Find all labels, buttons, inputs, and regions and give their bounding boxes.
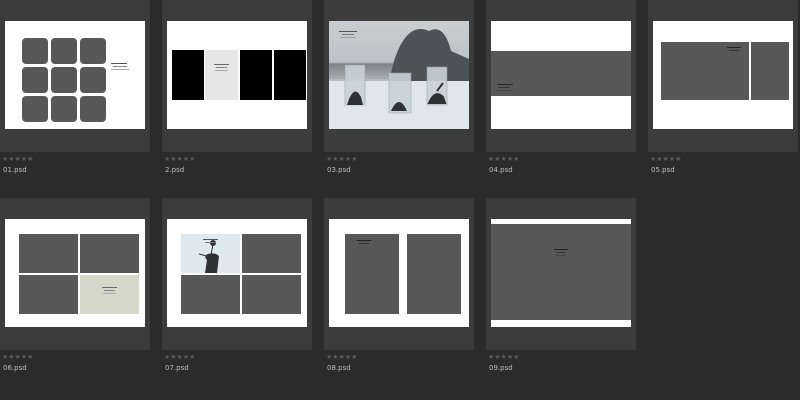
thumbnail-05 bbox=[653, 21, 793, 129]
thumbnail-frame[interactable] bbox=[0, 198, 150, 350]
photo-placeholder bbox=[22, 67, 48, 93]
text-line bbox=[498, 87, 510, 88]
file-name-label: 04.psd bbox=[489, 166, 513, 174]
file-tile-09[interactable]: ★★★★★ 09.psd bbox=[486, 198, 636, 372]
thumbnail-08 bbox=[329, 219, 469, 327]
text-line bbox=[111, 63, 127, 64]
thumbnail-frame[interactable] bbox=[486, 198, 636, 350]
thumbnail-frame[interactable] bbox=[648, 0, 798, 152]
thumbnail-06 bbox=[5, 219, 145, 327]
photo-placeholder bbox=[407, 234, 461, 314]
photo-placeholder bbox=[80, 234, 139, 273]
star-rating[interactable]: ★★★★★ bbox=[488, 353, 519, 361]
file-tile-04[interactable]: ★★★★★ 04.psd bbox=[486, 0, 636, 174]
star-rating[interactable]: ★★★★★ bbox=[650, 155, 681, 163]
star-rating[interactable]: ★★★★★ bbox=[2, 155, 33, 163]
photo-placeholder bbox=[80, 67, 106, 93]
photo-placeholder bbox=[19, 275, 78, 314]
star-rating[interactable]: ★★★★★ bbox=[326, 155, 357, 163]
file-tile-06[interactable]: ★★★★★ 06.psd bbox=[0, 198, 150, 372]
photo-placeholder bbox=[274, 50, 306, 100]
file-tile-2[interactable]: ★★★★★ 2.psd bbox=[162, 0, 312, 174]
file-name-label: 03.psd bbox=[327, 166, 351, 174]
file-name-label: 06.psd bbox=[3, 364, 27, 372]
text-line bbox=[104, 290, 115, 291]
text-panel bbox=[80, 275, 139, 314]
photo-panel bbox=[181, 234, 240, 273]
thumbnail-01 bbox=[5, 21, 145, 129]
photo-placeholder bbox=[51, 67, 77, 93]
file-name-label: 01.psd bbox=[3, 166, 27, 174]
text-line bbox=[555, 255, 567, 256]
text-line bbox=[556, 252, 566, 253]
file-tile-03[interactable]: ★★★★★ 03.psd bbox=[324, 0, 474, 174]
text-line bbox=[214, 64, 229, 65]
thumbnail-frame[interactable] bbox=[0, 0, 150, 152]
text-line bbox=[339, 31, 357, 32]
text-line bbox=[497, 84, 513, 85]
photo-placeholder bbox=[242, 275, 301, 314]
text-line bbox=[497, 90, 511, 91]
thumbnail-frame[interactable] bbox=[324, 0, 474, 152]
thumbnail-07 bbox=[167, 219, 307, 327]
photo-placeholder bbox=[172, 50, 204, 100]
photo-placeholder bbox=[345, 234, 399, 314]
star-rating[interactable]: ★★★★★ bbox=[488, 155, 519, 163]
photo-placeholder bbox=[242, 234, 301, 273]
photo-placeholder bbox=[80, 96, 106, 122]
photo-placeholder bbox=[22, 38, 48, 64]
file-name-label: 09.psd bbox=[489, 364, 513, 372]
thumbnail-frame[interactable] bbox=[162, 198, 312, 350]
text-line bbox=[727, 47, 741, 48]
file-tile-07[interactable]: ★★★★★ 07.psd bbox=[162, 198, 312, 372]
text-line bbox=[359, 243, 369, 244]
photo-placeholder bbox=[491, 51, 631, 96]
file-tile-05[interactable]: ★★★★★ 05.psd bbox=[648, 0, 798, 174]
photo-placeholder bbox=[51, 96, 77, 122]
text-line bbox=[102, 287, 117, 288]
thumbnail-09 bbox=[491, 219, 631, 327]
thumbnail-frame[interactable] bbox=[486, 0, 636, 152]
text-line bbox=[729, 50, 739, 51]
photo-placeholder bbox=[51, 38, 77, 64]
photo-placeholder bbox=[491, 224, 631, 320]
file-name-label: 08.psd bbox=[327, 364, 351, 372]
photo-placeholder bbox=[19, 234, 78, 273]
file-name-label: 07.psd bbox=[165, 364, 189, 372]
text-line bbox=[215, 70, 228, 71]
photo-placeholder bbox=[80, 38, 106, 64]
text-line bbox=[554, 249, 568, 250]
star-rating[interactable]: ★★★★★ bbox=[2, 353, 33, 361]
file-tile-01[interactable]: ★★★★★ 01.psd bbox=[0, 0, 150, 174]
thumbnail-2 bbox=[167, 21, 307, 129]
text-line bbox=[357, 240, 371, 241]
text-line bbox=[113, 66, 127, 67]
text-line bbox=[203, 239, 218, 240]
star-rating[interactable]: ★★★★★ bbox=[326, 353, 357, 361]
text-line bbox=[342, 34, 354, 35]
text-line bbox=[341, 37, 355, 38]
text-line bbox=[216, 67, 227, 68]
photo-placeholder bbox=[22, 96, 48, 122]
star-rating[interactable]: ★★★★★ bbox=[164, 155, 195, 163]
photo-placeholder bbox=[240, 50, 272, 100]
file-name-label: 05.psd bbox=[651, 166, 675, 174]
file-name-label: 2.psd bbox=[165, 166, 185, 174]
thumbnail-frame[interactable] bbox=[324, 198, 474, 350]
text-panel bbox=[205, 50, 238, 100]
text-line bbox=[111, 69, 129, 70]
thumbnail-frame[interactable] bbox=[162, 0, 312, 152]
photo-placeholder bbox=[751, 42, 789, 100]
file-tile-08[interactable]: ★★★★★ 08.psd bbox=[324, 198, 474, 372]
thumbnail-03 bbox=[329, 21, 469, 129]
star-rating[interactable]: ★★★★★ bbox=[164, 353, 195, 361]
text-line bbox=[103, 293, 116, 294]
text-line bbox=[205, 242, 216, 243]
thumbnail-04 bbox=[491, 21, 631, 129]
photo-placeholder bbox=[181, 275, 240, 314]
